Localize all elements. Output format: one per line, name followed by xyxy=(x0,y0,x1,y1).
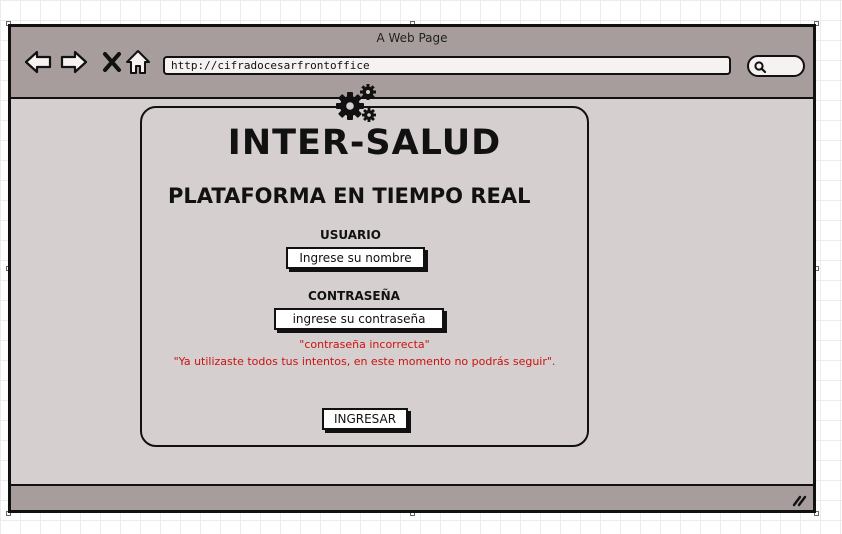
gears-icon xyxy=(336,84,376,122)
error-message-attempts-exhausted: "Ya utilizaste todos tus intentos, en es… xyxy=(173,355,556,368)
browser-search-box[interactable] xyxy=(747,55,805,77)
password-field[interactable] xyxy=(274,308,444,330)
username-label: USUARIO xyxy=(320,228,381,242)
resize-grip-icon[interactable] xyxy=(791,491,807,507)
address-bar-url: http://cifradocesarfrontoffice xyxy=(171,59,370,72)
window-title: A Web Page xyxy=(376,31,448,45)
password-label: CONTRASEÑA xyxy=(308,289,400,303)
app-subtitle: PLATAFORMA EN TIEMPO REAL xyxy=(168,184,531,208)
username-field[interactable] xyxy=(286,247,425,269)
home-icon[interactable] xyxy=(123,47,153,77)
error-message-incorrect-password: "contraseña incorrecta" xyxy=(299,338,430,351)
address-bar[interactable]: http://cifradocesarfrontoffice xyxy=(163,56,731,75)
status-bar xyxy=(11,484,813,510)
back-arrow-icon[interactable] xyxy=(23,47,53,77)
app-title: INTER-SALUD xyxy=(227,123,502,163)
forward-arrow-icon[interactable] xyxy=(59,47,89,77)
ingresar-button[interactable]: INGRESAR xyxy=(322,408,408,430)
search-icon xyxy=(754,61,767,74)
browser-toolbar: A Web Page http://cifradocesarfrontoffic… xyxy=(11,27,813,99)
